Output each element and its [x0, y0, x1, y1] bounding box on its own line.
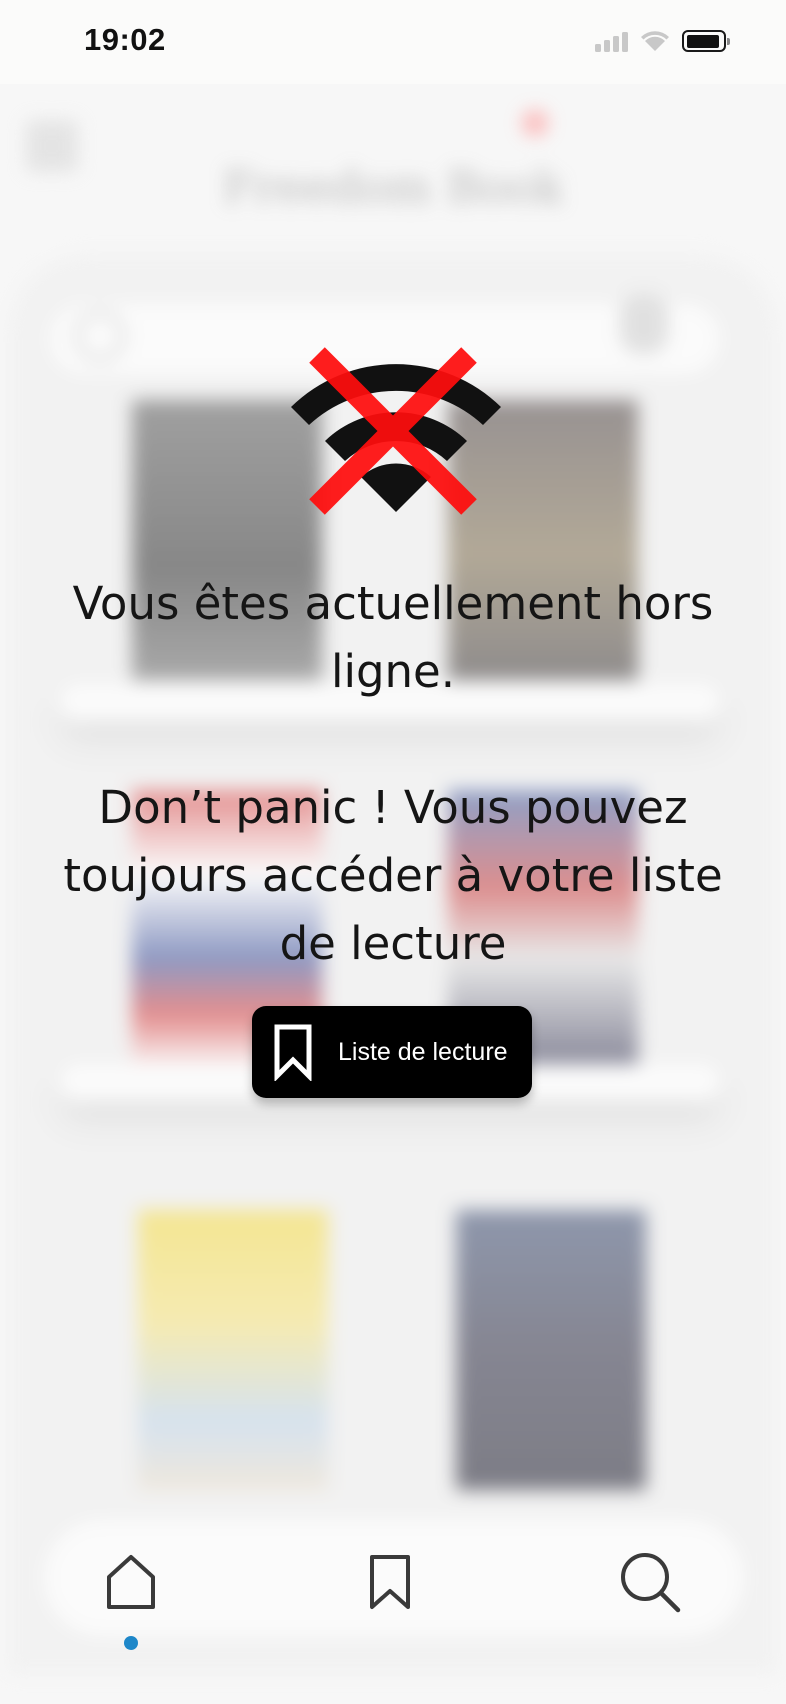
offline-overlay: Vous êtes actuellement hors ligne. Don’t… [0, 0, 786, 1704]
offline-screen: 19:02 Freedom Book Vous êtes actuellemen… [0, 0, 786, 1704]
bookmark-icon [274, 1024, 312, 1081]
home-icon [107, 1555, 155, 1609]
search-icon [621, 1553, 681, 1613]
nav-home[interactable] [91, 1542, 171, 1622]
reading-list-button-label: Liste de lecture [338, 1037, 508, 1066]
active-tab-indicator [124, 1636, 138, 1650]
nav-search[interactable] [610, 1542, 690, 1622]
offline-title: Vous êtes actuellement hors ligne. [72, 577, 714, 698]
bookmark-icon [370, 1555, 410, 1609]
reading-list-button[interactable]: Liste de lecture [252, 1006, 532, 1098]
wifi-off-icon [291, 347, 501, 515]
nav-reading-list[interactable] [350, 1542, 430, 1622]
offline-message: Don’t panic ! Vous pouvez toujours accéd… [63, 781, 723, 970]
